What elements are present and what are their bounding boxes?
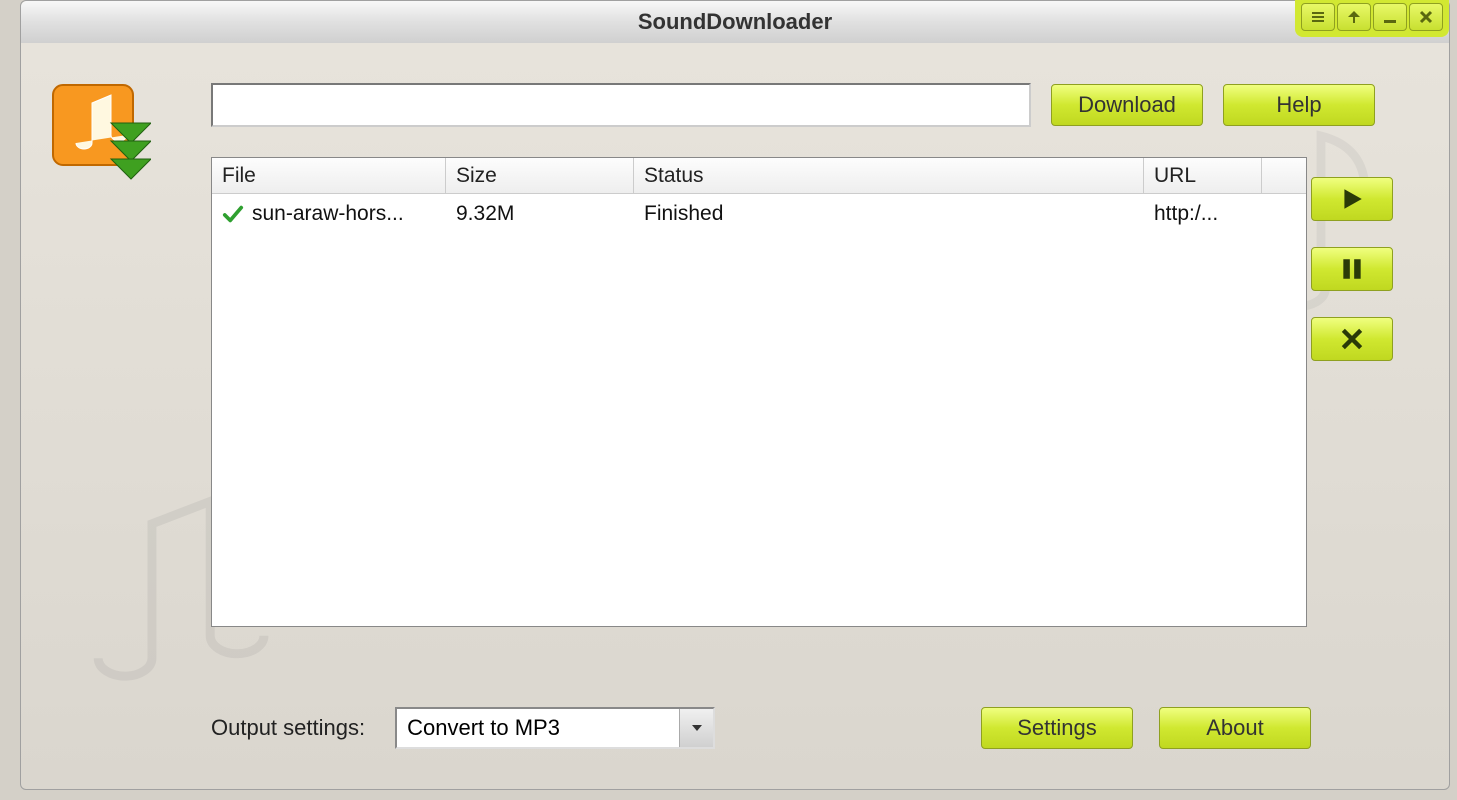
app-window: SoundDownloader [20,0,1450,790]
column-header-size[interactable]: Size [446,158,634,193]
cell-size: 9.32M [456,202,514,226]
column-header-url[interactable]: URL [1144,158,1262,193]
pause-icon [1339,256,1365,282]
chevron-down-icon [679,709,713,747]
check-icon [222,203,244,225]
settings-button[interactable]: Settings [981,707,1133,749]
content-area: Download Help File Size Status URL [21,43,1449,789]
side-buttons [1311,177,1393,361]
app-logo-icon [51,83,151,183]
window-minimize-button[interactable] [1373,3,1407,31]
play-button[interactable] [1311,177,1393,221]
window-title: SoundDownloader [638,9,832,35]
about-button[interactable]: About [1159,707,1311,749]
play-icon [1339,186,1365,212]
column-header-file[interactable]: File [212,158,446,193]
table-row[interactable]: sun-araw-hors... 9.32M Finished http:/..… [212,194,1306,234]
output-settings-label: Output settings: [211,715,365,741]
downloads-table: File Size Status URL sun-araw-hors... [211,157,1307,627]
cell-file: sun-araw-hors... [252,202,404,226]
pause-button[interactable] [1311,247,1393,291]
table-header: File Size Status URL [212,158,1306,194]
titlebar: SoundDownloader [21,1,1449,43]
window-controls [1295,0,1449,37]
output-settings-select[interactable]: Convert to MP3 [395,707,715,749]
table-body[interactable]: sun-araw-hors... 9.32M Finished http:/..… [212,194,1306,626]
window-close-button[interactable] [1409,3,1443,31]
url-input[interactable] [211,83,1031,127]
url-row: Download Help [211,83,1437,127]
output-select-value: Convert to MP3 [407,715,560,741]
window-ontop-button[interactable] [1337,3,1371,31]
window-menu-button[interactable] [1301,3,1335,31]
cell-status: Finished [644,202,723,226]
cell-url: http:/... [1154,202,1218,226]
help-button[interactable]: Help [1223,84,1375,126]
main-panel: Download Help File Size Status URL [211,83,1437,627]
cancel-icon [1339,326,1365,352]
download-button[interactable]: Download [1051,84,1203,126]
bottom-row: Output settings: Convert to MP3 Settings… [211,707,1311,749]
column-header-spacer [1262,158,1306,193]
column-header-status[interactable]: Status [634,158,1144,193]
stop-button[interactable] [1311,317,1393,361]
